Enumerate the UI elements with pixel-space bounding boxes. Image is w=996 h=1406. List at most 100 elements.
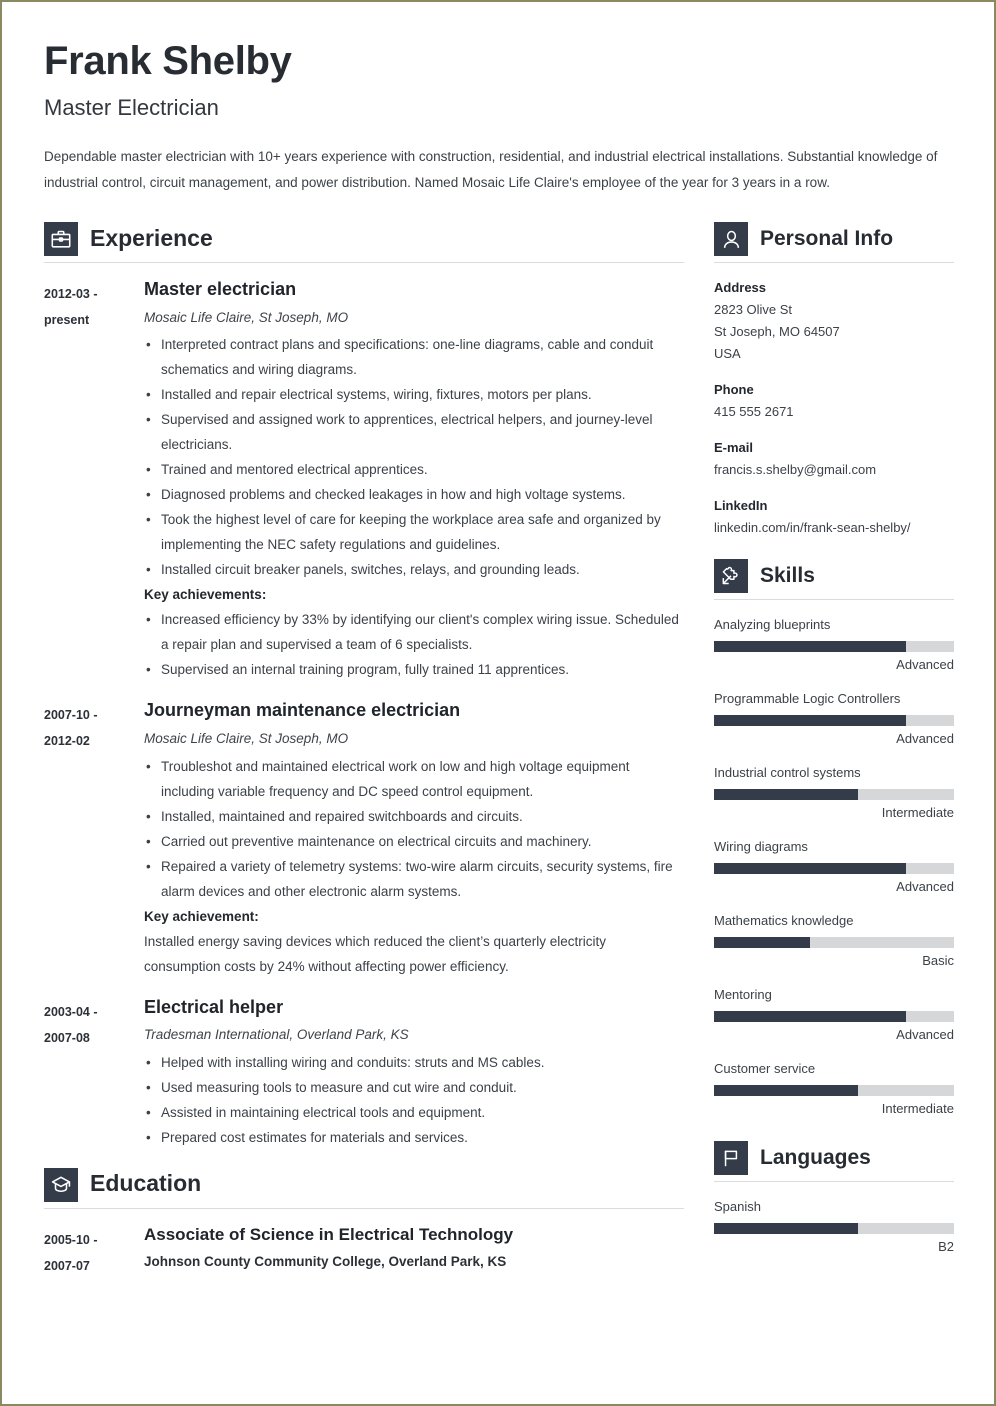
entry-bullet: Supervised and assigned work to apprenti… <box>144 407 684 457</box>
entry-bullet: Installed, maintained and repaired switc… <box>144 804 684 829</box>
entry-bullet: Interpreted contract plans and specifica… <box>144 332 684 382</box>
language-item: Spanish B2 <box>714 1196 954 1259</box>
entry-date-to: present <box>44 313 90 328</box>
skill-item-bar-fill <box>714 715 906 727</box>
key-achievement-bullet: Increased efficiency by 33% by identifyi… <box>144 607 684 657</box>
skill-item: Programmable Logic Controllers Advanced <box>714 688 954 751</box>
entry-bullet: Carried out preventive maintenance on el… <box>144 829 684 854</box>
language-item-level: B2 <box>938 1239 954 1255</box>
languages-list: Spanish B2 <box>714 1196 954 1259</box>
skill-item-level: Basic <box>922 953 954 969</box>
entry-bullet: Trained and mentored electrical apprenti… <box>144 457 684 482</box>
entry-body: Journeyman maintenance electrician Mosaic… <box>144 700 684 978</box>
skill-item: Industrial control systems Intermediate <box>714 762 954 825</box>
language-item-name: Spanish <box>714 1199 761 1215</box>
job-title: Master Electrician <box>44 95 219 120</box>
personal-info-value: francis.s.shelby@gmail.com <box>714 462 877 478</box>
education-section: Education 2005-10 - 2007-07 Associate of S… <box>44 1167 684 1279</box>
entry-date-from: 2007-10 - <box>44 708 98 723</box>
skill-item-bar-fill <box>714 789 858 801</box>
entry-body: Electrical helper Tradesman International… <box>144 997 684 1150</box>
skill-item-bar-track <box>714 715 954 727</box>
personal-info-label: Phone <box>714 382 754 398</box>
language-item-bar-track <box>714 1223 954 1235</box>
key-achievement-list: Increased efficiency by 33% by identifyi… <box>144 607 684 682</box>
personal-info-label: LinkedIn <box>714 498 768 514</box>
entry-date-from: 2003-04 - <box>44 1004 98 1019</box>
entry-bullet-list: Helped with installing wiring and condui… <box>144 1050 684 1150</box>
key-achievement-text: Installed energy saving devices which re… <box>144 933 606 974</box>
languages-section-header: Languages <box>714 1141 954 1176</box>
entry-body: Associate of Science in Electrical Techn… <box>144 1225 684 1271</box>
entry-bullet: Troubleshot and maintained electrical wo… <box>144 754 684 804</box>
skill-item-level: Intermediate <box>881 1101 954 1117</box>
skill-item: Mathematics knowledge Basic <box>714 910 954 973</box>
skill-item-name: Industrial control systems <box>714 765 861 781</box>
experience-entry: 2003-04 - 2007-08 Electrical helper Tradesm… <box>44 997 684 1150</box>
entry-bullet: Diagnosed problems and checked leakages … <box>144 482 684 507</box>
entry-body: Master electrician Mosaic Life Claire, St… <box>144 279 684 682</box>
page-title: Frank Shelby <box>44 39 292 83</box>
personal-info-value: St Joseph, MO 64507 <box>714 324 840 340</box>
skill-item-name: Analyzing blueprints <box>714 617 831 633</box>
education-section-title: Education <box>90 1170 202 1197</box>
skill-item-level: Advanced <box>896 879 954 895</box>
education-list: 2005-10 - 2007-07 Associate of Science in … <box>44 1225 684 1279</box>
personal-info-section: Personal Info Address 2823 Olive St St Jos… <box>714 222 954 539</box>
languages-section-title: Languages <box>760 1145 871 1169</box>
skill-item-bar-track <box>714 937 954 949</box>
skill-item-bar-track <box>714 789 954 801</box>
experience-entry: 2007-10 - 2012-02 Journeyman maintenance e… <box>44 700 684 978</box>
entry-employer: Tradesman International, Overland Park, … <box>144 1027 409 1043</box>
entry-date-range: 2007-10 - 2012-02 <box>44 700 144 754</box>
skill-item-bar-track <box>714 1011 954 1023</box>
experience-list: 2012-03 - present Master electrician Mosaic… <box>44 279 684 1150</box>
education-degree: Associate of Science in Electrical Techn… <box>144 1224 514 1244</box>
personal-info-value: 2823 Olive St <box>714 302 793 318</box>
entry-date-to: 2012-02 <box>44 734 90 749</box>
skill-item-bar-fill <box>714 1011 906 1023</box>
languages-divider <box>714 1181 954 1183</box>
personal-info-value: linkedin.com/in/frank-sean-shelby/ <box>714 520 911 536</box>
personal-info-block: Phone 415 555 2671 <box>714 379 954 423</box>
skill-item-name: Mathematics knowledge <box>714 913 854 929</box>
personal-info-section-header: Personal Info <box>714 222 954 257</box>
entry-job-title: Journeyman maintenance electrician <box>144 700 461 721</box>
key-achievement-label: Key achievement: <box>144 908 259 924</box>
personal-info-block: Address 2823 Olive St St Joseph, MO 64507 U… <box>714 277 954 365</box>
skills-section-title: Skills <box>760 563 815 587</box>
personal-info-divider <box>714 262 954 264</box>
entry-date-to: 2007-08 <box>44 1030 90 1045</box>
languages-section: Languages Spanish B2 <box>714 1141 954 1259</box>
skill-item-level: Advanced <box>896 731 954 747</box>
experience-section-title: Experience <box>90 224 213 251</box>
personal-info-section-title: Personal Info <box>760 226 894 250</box>
experience-section-header: Experience <box>44 222 684 257</box>
entry-date-from: 2005-10 - <box>44 1232 98 1247</box>
personal-info-label: E-mail <box>714 440 754 456</box>
education-entry: 2005-10 - 2007-07 Associate of Science in … <box>44 1225 684 1279</box>
entry-bullet: Assisted in maintaining electrical tools… <box>144 1100 684 1125</box>
skill-item-name: Wiring diagrams <box>714 839 808 855</box>
entry-job-title: Electrical helper <box>144 996 284 1017</box>
person-icon <box>714 222 748 257</box>
education-divider <box>44 1207 684 1209</box>
skill-item: Customer service Intermediate <box>714 1058 954 1121</box>
flag-icon <box>714 1141 748 1176</box>
personal-info-list: Address 2823 Olive St St Joseph, MO 64507 U… <box>714 277 954 539</box>
skill-item: Analyzing blueprints Advanced <box>714 614 954 677</box>
skill-item: Wiring diagrams Advanced <box>714 836 954 899</box>
entry-bullet-list: Troubleshot and maintained electrical wo… <box>144 754 684 904</box>
skill-item-bar-fill <box>714 641 906 653</box>
key-achievement-bullet: Supervised an internal training program,… <box>144 657 684 682</box>
professional-summary: Dependable master electrician with 10+ y… <box>44 149 938 191</box>
graduation-cap-icon <box>44 1167 78 1202</box>
personal-info-label: Address <box>714 280 767 296</box>
entry-bullet: Used measuring tools to measure and cut … <box>144 1075 684 1100</box>
entry-bullet: Installed circuit breaker panels, switch… <box>144 557 684 582</box>
entry-job-title: Master electrician <box>144 279 297 300</box>
skill-item-level: Intermediate <box>881 805 954 821</box>
skill-item-bar-fill <box>714 937 810 949</box>
experience-entry: 2012-03 - present Master electrician Mosaic… <box>44 279 684 682</box>
skill-item-bar-fill <box>714 863 906 875</box>
